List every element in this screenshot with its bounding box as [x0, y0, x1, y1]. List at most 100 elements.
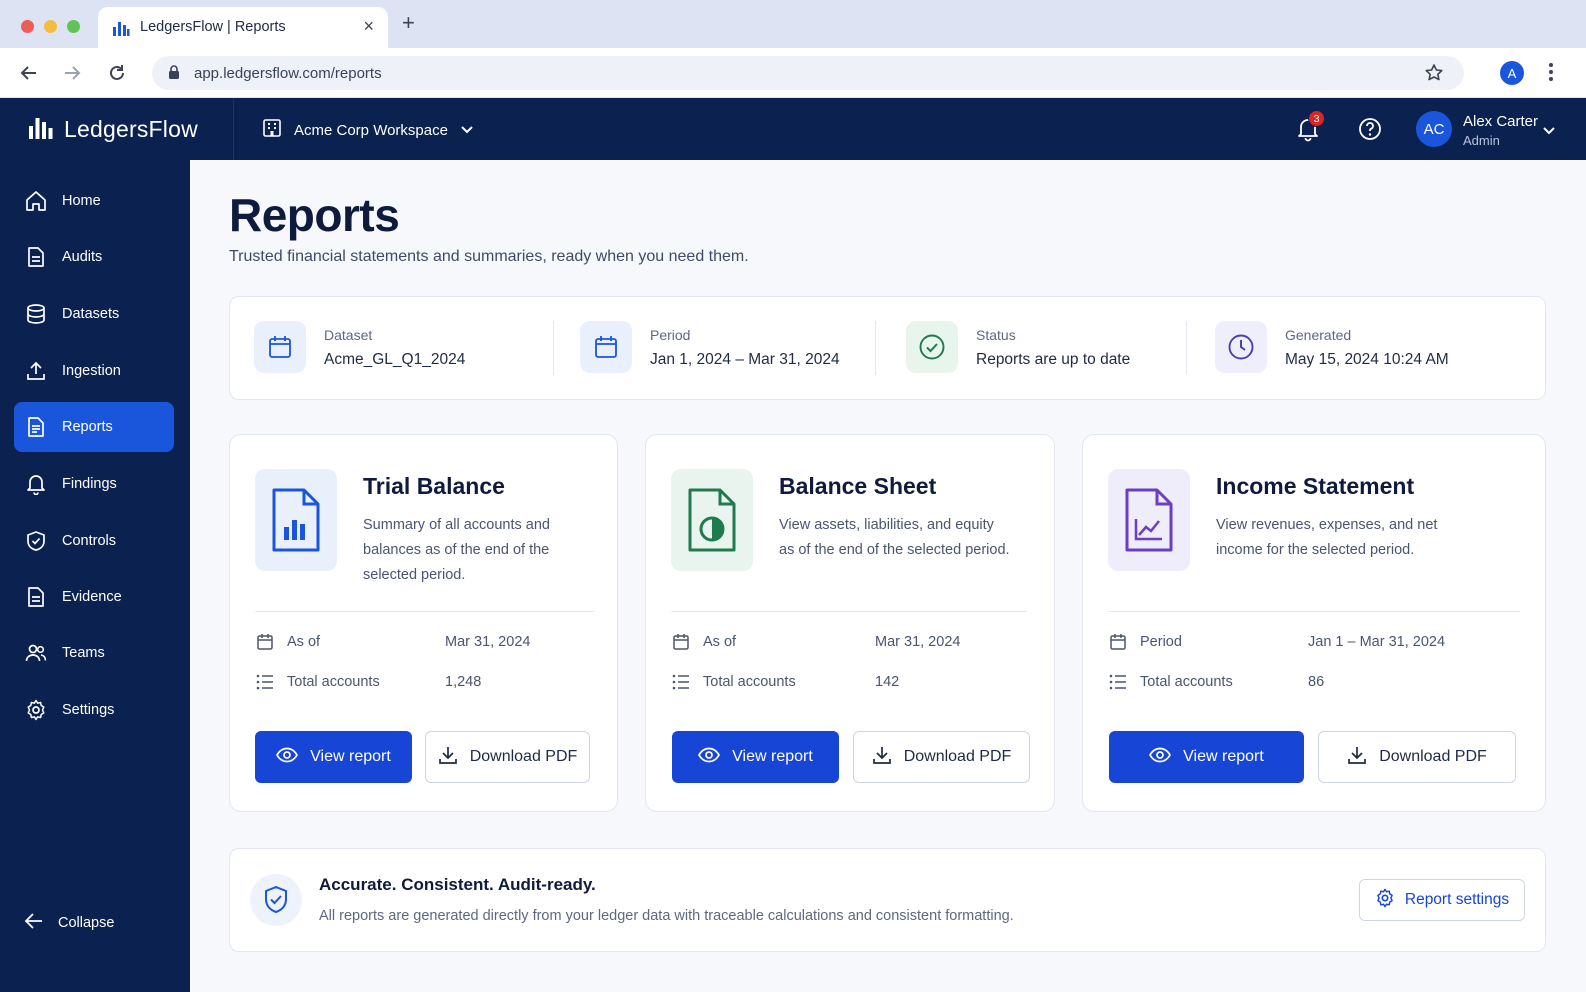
sidebar-item-reports[interactable]: Reports [14, 402, 174, 452]
row-label: As of [287, 634, 321, 650]
forward-arrow-icon[interactable] [61, 62, 83, 84]
download-pdf-button[interactable]: Download PDF [425, 731, 590, 783]
sidebar-item-ingestion[interactable]: Ingestion [14, 346, 174, 396]
help-icon[interactable] [1358, 117, 1382, 146]
sidebar-item-label: Evidence [62, 589, 122, 605]
report-title: Income Statement [1216, 473, 1415, 499]
gear-icon [1375, 888, 1395, 913]
row-label: Total accounts [287, 674, 380, 690]
sidebar-item-audits[interactable]: Audits [14, 232, 174, 282]
report-settings-button[interactable]: Report settings [1359, 879, 1525, 921]
sidebar-item-label: Controls [62, 533, 116, 549]
reload-icon[interactable] [106, 62, 128, 84]
user-avatar[interactable]: AC [1416, 111, 1452, 147]
row-label: Total accounts [703, 674, 796, 690]
report-row: As of [255, 631, 320, 653]
upload-icon [24, 359, 48, 383]
new-tab-icon[interactable]: + [402, 12, 415, 34]
list-icon [671, 672, 691, 692]
back-arrow-icon[interactable] [18, 62, 40, 84]
report-card-balance-sheet: Balance Sheet View assets, liabilities, … [645, 434, 1055, 812]
lock-icon [168, 65, 180, 85]
row-value: Mar 31, 2024 [445, 634, 531, 650]
card-divider [1108, 611, 1520, 612]
view-report-button[interactable]: View report [255, 731, 412, 783]
sidebar-item-evidence[interactable]: Evidence [14, 572, 174, 622]
report-card-income-statement: Income Statement View revenues, expenses… [1082, 434, 1546, 812]
maximize-window-button[interactable] [67, 20, 80, 33]
sidebar-item-teams[interactable]: Teams [14, 628, 174, 678]
view-report-button[interactable]: View report [1109, 731, 1304, 783]
eye-icon [698, 747, 721, 768]
bar-chart-icon [112, 19, 130, 42]
meta-value: May 15, 2024 10:24 AM [1285, 351, 1449, 368]
view-report-button[interactable]: View report [672, 731, 839, 783]
app-header: LedgersFlow Acme Corp Workspace 3 AC Ale… [0, 98, 1586, 160]
report-row: Total accounts [255, 671, 380, 693]
sidebar-item-home[interactable]: Home [14, 176, 174, 226]
browser-toolbar: app.ledgersflow.com/reports A [0, 48, 1586, 98]
workspace-selector[interactable]: Acme Corp Workspace [262, 118, 474, 142]
report-row: Period [1108, 631, 1182, 653]
close-tab-icon[interactable]: × [363, 16, 374, 37]
meta-label: Dataset [324, 327, 373, 343]
clock-icon [1215, 321, 1267, 373]
shield-check-icon [24, 529, 48, 553]
sidebar-item-controls[interactable]: Controls [14, 516, 174, 566]
row-label: Total accounts [1140, 674, 1233, 690]
download-pdf-label: Download PDF [469, 748, 578, 765]
card-divider [255, 611, 594, 612]
browser-menu-icon[interactable] [1548, 62, 1554, 87]
reports-icon [24, 415, 48, 439]
check-circle-icon [906, 321, 958, 373]
report-row: Total accounts [671, 671, 796, 693]
download-pdf-label: Download PDF [903, 748, 1012, 765]
close-window-button[interactable] [21, 20, 34, 33]
building-icon [262, 118, 282, 142]
list-icon [1108, 672, 1128, 692]
collapse-label: Collapse [58, 915, 115, 931]
page-title: Reports [229, 189, 400, 241]
minimize-window-button[interactable] [44, 20, 57, 33]
download-pdf-button[interactable]: Download PDF [853, 731, 1030, 783]
pie-chart-document-icon [671, 469, 753, 571]
report-description: View assets, liabilities, and equity as … [779, 517, 1010, 558]
bookmark-star-icon[interactable] [1424, 63, 1444, 88]
eye-icon [276, 747, 299, 768]
url-text: app.ledgersflow.com/reports [194, 65, 382, 82]
shield-check-icon [250, 874, 302, 926]
home-icon [24, 189, 48, 213]
report-description: View revenues, expenses, and net income … [1216, 517, 1438, 558]
browser-tab-strip: LedgersFlow | Reports × + [0, 0, 1586, 48]
sidebar-item-label: Reports [62, 419, 113, 435]
notification-badge: 3 [1308, 110, 1325, 127]
collapse-sidebar-button[interactable]: Collapse [24, 912, 114, 934]
sidebar-item-findings[interactable]: Findings [14, 459, 174, 509]
user-name[interactable]: Alex Carter [1463, 113, 1538, 130]
address-bar[interactable]: app.ledgersflow.com/reports [152, 56, 1464, 90]
browser-tab[interactable]: LedgersFlow | Reports × [98, 7, 388, 48]
download-pdf-button[interactable]: Download PDF [1318, 731, 1516, 783]
calendar-icon [671, 632, 691, 652]
meta-label: Generated [1285, 327, 1352, 343]
brand-name: LedgersFlow [64, 116, 198, 142]
arrow-left-icon [24, 912, 44, 934]
user-menu-chevron-icon[interactable] [1542, 123, 1556, 141]
report-meta-summary: Dataset Acme_GL_Q1_2024 Period Jan 1, 20… [229, 296, 1546, 400]
sidebar-item-datasets[interactable]: Datasets [14, 289, 174, 339]
browser-profile-avatar[interactable]: A [1500, 61, 1524, 85]
report-title: Balance Sheet [779, 473, 937, 499]
sidebar: Home Audits Datasets Ingestion Reports F… [0, 160, 190, 992]
brand-logo[interactable]: LedgersFlow [28, 114, 198, 145]
users-icon [24, 641, 48, 665]
report-settings-label: Report settings [1404, 891, 1510, 908]
report-card-trial-balance: Trial Balance Summary of all accounts an… [229, 434, 618, 812]
meta-label: Period [650, 327, 691, 343]
eye-icon [1149, 747, 1172, 768]
bell-icon [24, 472, 48, 496]
row-label: As of [703, 634, 737, 650]
sidebar-item-label: Audits [62, 249, 103, 265]
chevron-down-icon [460, 122, 474, 139]
sidebar-item-settings[interactable]: Settings [14, 685, 174, 735]
header-divider [233, 98, 234, 160]
